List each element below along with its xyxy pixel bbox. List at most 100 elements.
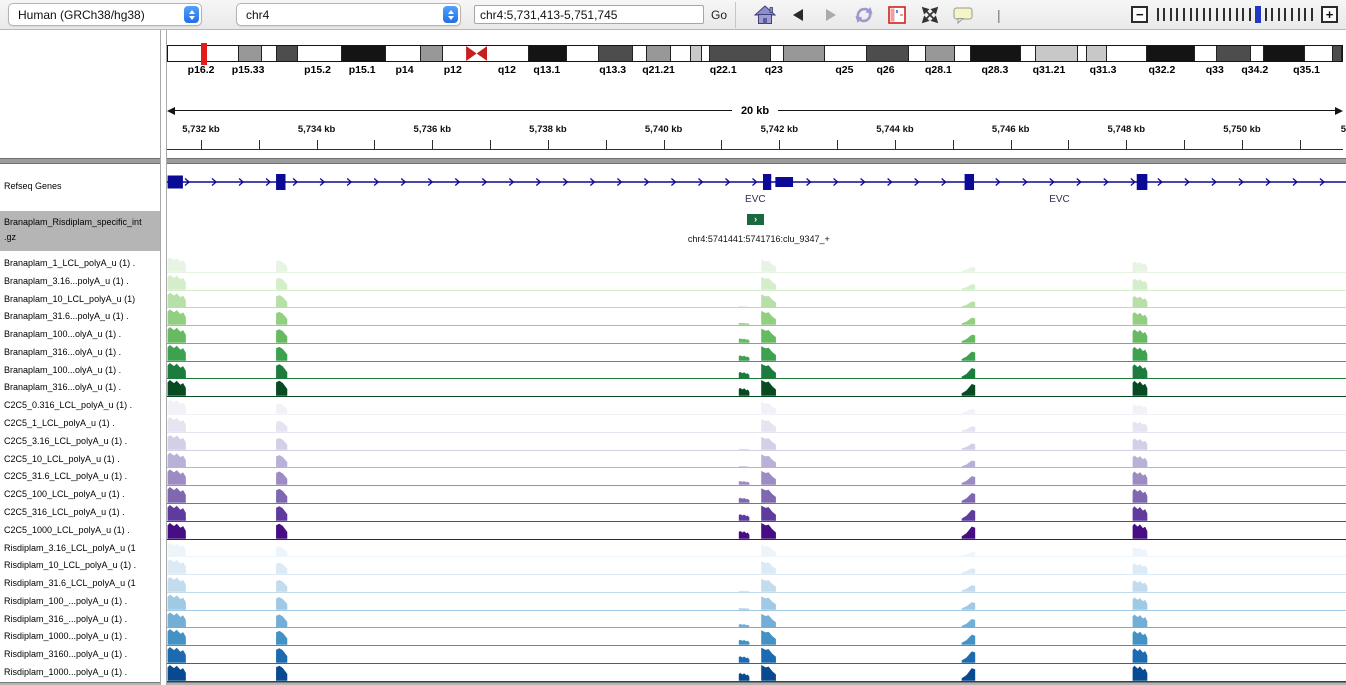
ideogram-band[interactable] [276,46,298,61]
zoom-tick[interactable] [1190,8,1192,21]
coverage-track-row[interactable] [167,273,1346,291]
track-label[interactable]: Risdiplam_31.6_LCL_polyA_u (1 [0,575,160,593]
ideogram-band[interactable] [1078,46,1086,61]
ideogram-band[interactable] [783,46,825,61]
feature-box[interactable]: › [747,214,764,225]
coverage-track-row[interactable] [167,379,1346,397]
track-label[interactable]: C2C5_10_LCL_polyA_u (1) . [0,451,160,469]
zoom-tick[interactable] [1249,8,1251,21]
coverage-track-row[interactable] [167,326,1346,344]
ideogram-band[interactable] [646,46,672,61]
track-label[interactable]: Branaplam_100...olyA_u (1) . [0,362,160,380]
coverage-track-row[interactable] [167,451,1346,469]
ideogram-band[interactable] [1332,46,1341,61]
track-label[interactable]: Risdiplam_1000...polyA_u (1) . [0,628,160,646]
zoom-tick[interactable] [1284,8,1286,21]
track-label[interactable]: C2C5_316_LCL_polyA_u (1) . [0,504,160,522]
zoom-tick[interactable] [1176,8,1178,21]
zoom-tick[interactable] [1236,8,1238,21]
home-button[interactable] [753,3,777,27]
track-label[interactable]: Branaplam_31.6...polyA_u (1) . [0,308,160,326]
zoom-tick[interactable] [1203,8,1205,21]
coverage-track-row[interactable] [167,397,1346,415]
ideogram-band[interactable] [970,46,1022,61]
ideogram-band[interactable] [262,46,276,61]
zoom-tick[interactable] [1216,8,1218,21]
ideogram-band[interactable] [671,46,690,61]
zoom-in-button[interactable]: + [1321,6,1338,23]
zoom-tick[interactable] [1157,8,1159,21]
snapshot-window-button[interactable] [885,3,909,27]
track-label[interactable]: C2C5_3.16_LCL_polyA_u (1) . [0,433,160,451]
ideogram-band[interactable] [1195,46,1216,61]
zoom-tick[interactable] [1278,8,1280,21]
chromosome-ideogram[interactable] [167,45,1343,62]
ideogram-band[interactable] [825,46,866,61]
track-label[interactable]: Risdiplam_1000...polyA_u (1) . [0,664,160,682]
coverage-track-row[interactable] [167,255,1346,273]
ideogram-band[interactable] [567,46,598,61]
go-button[interactable]: Go [711,8,727,22]
zoom-tick[interactable] [1163,8,1165,21]
ideogram-band[interactable] [1216,46,1251,61]
ideogram-band[interactable] [866,46,908,61]
ideogram-band[interactable] [168,46,201,61]
intron-feature-track[interactable]: › chr4:5741441:5741716:clu_9347_+ [167,211,1346,255]
ideogram-band[interactable] [909,46,925,61]
coverage-track-row[interactable] [167,593,1346,611]
track-label[interactable]: C2C5_1000_LCL_polyA_u (1) . [0,522,160,540]
track-label[interactable]: Risdiplam_100_...polyA_u (1) . [0,593,160,611]
ideogram-band[interactable] [466,46,487,61]
coverage-track-row[interactable] [167,308,1346,326]
ideogram-band[interactable] [443,46,466,61]
ideogram-band[interactable] [1021,46,1035,61]
track-label[interactable]: Risdiplam_3.16_LCL_polyA_u (1 [0,540,160,558]
zoom-tick[interactable] [1291,8,1293,21]
zoom-tick[interactable] [1311,8,1313,21]
zoom-tick[interactable] [1223,8,1225,21]
ideogram-band[interactable] [1146,46,1195,61]
zoom-tick[interactable] [1183,8,1185,21]
coverage-track-row[interactable] [167,540,1346,558]
genome-select[interactable]: Human (GRCh38/hg38) [8,3,202,26]
zoom-tick[interactable] [1196,8,1198,21]
zoom-tick[interactable] [1304,8,1306,21]
ideogram-band[interactable] [341,46,387,61]
ideogram-band[interactable] [487,46,528,61]
track-label[interactable]: Branaplam_316...olyA_u (1) . [0,379,160,397]
coverage-track-row[interactable] [167,468,1346,486]
zoom-tick[interactable] [1298,8,1300,21]
coverage-track-row[interactable] [167,522,1346,540]
ideogram-band[interactable] [386,46,420,61]
coverage-track-row[interactable] [167,611,1346,629]
ideogram-band[interactable] [1035,46,1077,61]
track-label[interactable]: Risdiplam_10_LCL_polyA_u (1) . [0,557,160,575]
refseq-gene-track[interactable]: EVC EVC [167,164,1346,211]
track-label[interactable]: C2C5_31.6_LCL_polyA_u (1) . [0,468,160,486]
forward-button[interactable] [819,3,843,27]
track-label[interactable]: Risdiplam_316_...polyA_u (1) . [0,611,160,629]
track-label[interactable]: Branaplam_100...olyA_u (1) . [0,326,160,344]
zoom-slider[interactable] [1154,6,1315,23]
track-label[interactable]: C2C5_0.316_LCL_polyA_u (1) . [0,397,160,415]
coverage-track-row[interactable] [167,628,1346,646]
ideogram-band[interactable] [709,46,771,61]
zoom-out-button[interactable]: − [1131,6,1148,23]
ideogram-band[interactable] [1107,46,1146,61]
ideogram-band[interactable] [771,46,783,61]
coverage-track-row[interactable] [167,486,1346,504]
ideogram-band[interactable] [238,46,261,61]
ideogram-band[interactable] [598,46,633,61]
zoom-tick[interactable] [1170,8,1172,21]
ideogram-band[interactable] [1086,46,1107,61]
ideogram-band[interactable] [633,46,646,61]
zoom-tick[interactable] [1265,8,1267,21]
coverage-track-row[interactable] [167,504,1346,522]
track-label[interactable]: Branaplam_10_LCL_polyA_u (1) [0,291,160,309]
track-label[interactable]: Branaplam_316...olyA_u (1) . [0,344,160,362]
coverage-track-row[interactable] [167,664,1346,682]
ideogram-band[interactable] [1263,46,1305,61]
track-label[interactable]: C2C5_1_LCL_polyA_u (1) . [0,415,160,433]
ideogram-band[interactable] [690,46,702,61]
zoom-tick[interactable] [1271,8,1273,21]
